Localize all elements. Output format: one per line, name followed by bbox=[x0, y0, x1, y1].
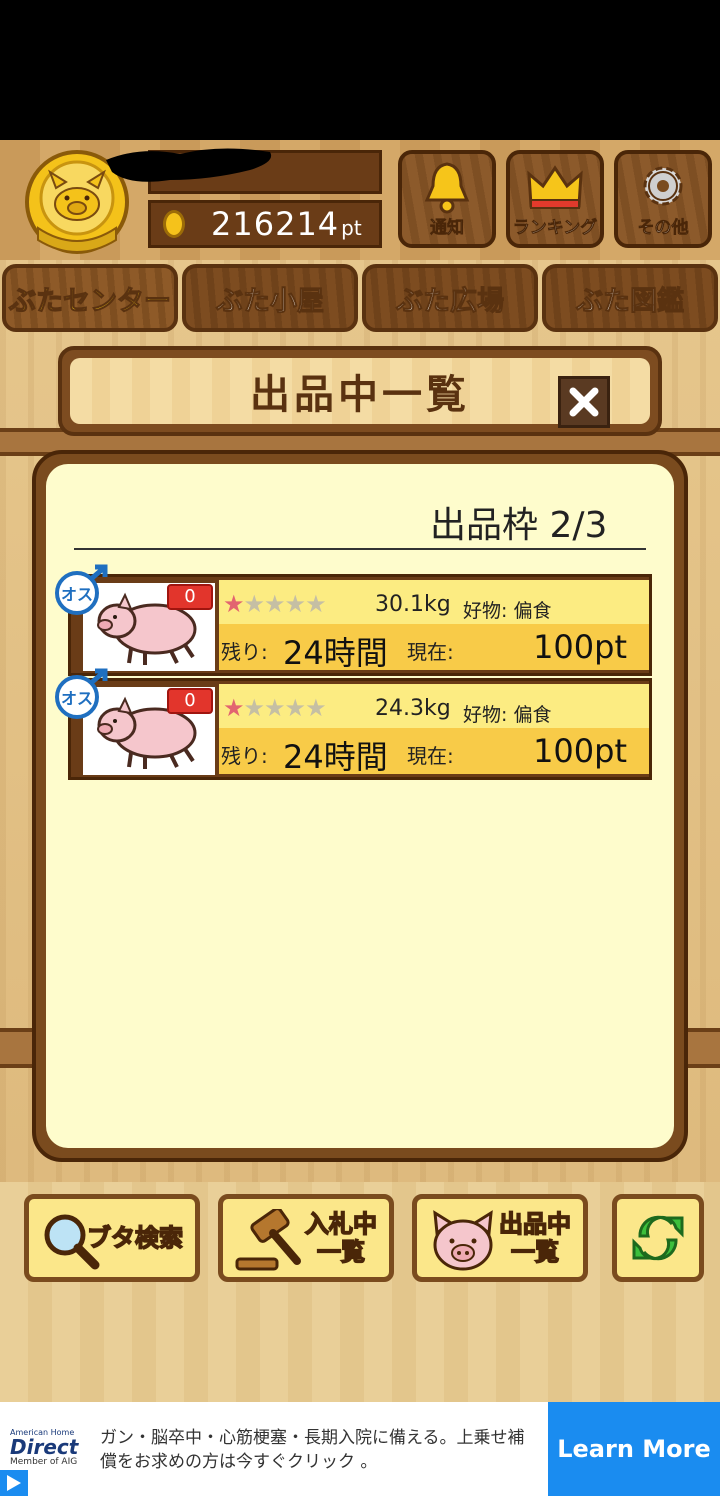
ad-learn-more-button[interactable]: Learn More bbox=[548, 1402, 720, 1496]
magnifier-icon bbox=[44, 1214, 100, 1270]
other-label: その他 bbox=[637, 218, 689, 239]
bidding-list-button[interactable]: 入札中 一覧 bbox=[218, 1194, 394, 1282]
fav-label: 好物: bbox=[463, 704, 508, 726]
listing-label-line1: 出品中 bbox=[498, 1209, 572, 1239]
notifications-label: 通知 bbox=[430, 218, 465, 239]
bid-count-badge: 0 bbox=[167, 688, 213, 714]
star-filled-icon: ★ bbox=[223, 694, 244, 722]
listing-price-row: 残り: 24時間 現在: 100pt bbox=[219, 728, 649, 776]
star-empty-icons: ★★★★ bbox=[243, 694, 327, 722]
tab-buta-encyclopedia[interactable]: ぶた図鑑 bbox=[542, 264, 718, 332]
ad-banner[interactable]: American Home Direct Member of AIG ガン・脳卒… bbox=[0, 1402, 720, 1496]
listing-list-button[interactable]: 出品中 一覧 bbox=[412, 1194, 588, 1282]
bell-icon bbox=[424, 162, 470, 214]
rating-stars: ★★★★★ bbox=[223, 590, 327, 618]
pig-weight: 30.1kg bbox=[375, 592, 451, 617]
refresh-button[interactable] bbox=[612, 1194, 704, 1282]
fav-label: 好物: bbox=[463, 600, 508, 622]
male-icon: オス bbox=[55, 668, 108, 719]
tab-buta-center[interactable]: ぶたセンター bbox=[2, 264, 178, 332]
gavel-icon bbox=[235, 1209, 301, 1271]
rating-stars: ★★★★★ bbox=[223, 694, 327, 722]
ad-brand-line3: Member of AIG bbox=[10, 1457, 78, 1467]
listing-price-row: 残り: 24時間 現在: 100pt bbox=[219, 624, 649, 672]
ad-text[interactable]: ガン・脳卒中・心筋梗塞・長期入院に備える。上乗せ補償をお求めの方は今すぐクリック… bbox=[100, 1426, 540, 1474]
current-price: 100pt bbox=[533, 628, 627, 666]
star-filled-icon: ★ bbox=[223, 590, 244, 618]
listing-card[interactable]: 0 オス ★★★★★ 30.1kg 好物: 偏食 残り: 24時間 現在: 10… bbox=[55, 564, 652, 676]
ranking-button[interactable]: ランキング bbox=[506, 150, 604, 248]
bidding-label-line2: 一覧 bbox=[316, 1237, 366, 1267]
remaining-label: 残り: bbox=[221, 744, 268, 768]
listing-list-label: 出品中 一覧 bbox=[498, 1209, 572, 1267]
current-label: 現在: bbox=[407, 640, 454, 664]
crown-icon bbox=[527, 165, 583, 209]
bidding-label-line1: 入札中 bbox=[304, 1209, 378, 1239]
ad-brand-line2: Direct bbox=[10, 1435, 79, 1459]
ranking-label: ランキング bbox=[512, 218, 598, 239]
bid-count-badge: 0 bbox=[167, 584, 213, 610]
sex-label: オス bbox=[61, 585, 93, 604]
listing-slots: 出品枠 2/3 bbox=[430, 505, 608, 546]
favorite-food: 好物: 偏食 bbox=[463, 700, 551, 727]
pig-weight: 24.3kg bbox=[375, 696, 451, 721]
tab-buta-hut[interactable]: ぶた小屋 bbox=[182, 264, 358, 332]
ad-logo: American Home Direct Member of AIG bbox=[10, 1428, 84, 1476]
notifications-button[interactable]: 通知 bbox=[398, 150, 496, 248]
status-bar bbox=[0, 0, 720, 140]
remaining-label: 残り: bbox=[221, 640, 268, 664]
gear-icon bbox=[643, 166, 683, 206]
close-icon bbox=[569, 387, 599, 417]
bidding-list-label: 入札中 一覧 bbox=[304, 1209, 378, 1267]
points-display: 216214 pt bbox=[148, 200, 382, 248]
close-button[interactable] bbox=[558, 376, 610, 428]
other-button[interactable]: その他 bbox=[614, 150, 712, 248]
refresh-icon bbox=[632, 1215, 684, 1261]
points-unit: pt bbox=[341, 216, 362, 240]
remaining-time: 24時間 bbox=[283, 634, 388, 672]
ad-choices-icon[interactable] bbox=[0, 1470, 28, 1496]
fav-value: 偏食 bbox=[513, 600, 552, 622]
pig-face-icon bbox=[433, 1210, 493, 1271]
coin-icon bbox=[163, 210, 185, 238]
pig-search-button[interactable]: ブタ検索 bbox=[24, 1194, 200, 1282]
listing-label-line2: 一覧 bbox=[510, 1237, 560, 1267]
favorite-food: 好物: 偏食 bbox=[463, 596, 551, 623]
redacted-name bbox=[106, 148, 272, 182]
fav-value: 偏食 bbox=[513, 704, 552, 726]
dialog-title: 出品中一覧 bbox=[250, 372, 470, 418]
divider bbox=[74, 548, 646, 550]
listing-info-row: ★★★★★ 24.3kg 好物: 偏食 bbox=[219, 684, 649, 728]
current-label: 現在: bbox=[407, 744, 454, 768]
main-tabs: ぶたセンター ぶた小屋 ぶた広場 ぶた図鑑 bbox=[0, 264, 720, 336]
listing-card[interactable]: 0 オス ★★★★★ 24.3kg 好物: 偏食 残り: 24時間 現在: 10… bbox=[55, 668, 652, 780]
dialog-title-bar: 出品中一覧 bbox=[58, 346, 662, 436]
remaining-time: 24時間 bbox=[283, 738, 388, 776]
listing-info-row: ★★★★★ 30.1kg 好物: 偏食 bbox=[219, 580, 649, 624]
star-empty-icons: ★★★★ bbox=[243, 590, 327, 618]
tab-buta-plaza[interactable]: ぶた広場 bbox=[362, 264, 538, 332]
sex-label: オス bbox=[61, 689, 93, 708]
points-value: 216214 bbox=[211, 205, 340, 243]
current-price: 100pt bbox=[533, 732, 627, 770]
listings-panel bbox=[32, 450, 688, 1162]
male-icon: オス bbox=[55, 564, 108, 615]
